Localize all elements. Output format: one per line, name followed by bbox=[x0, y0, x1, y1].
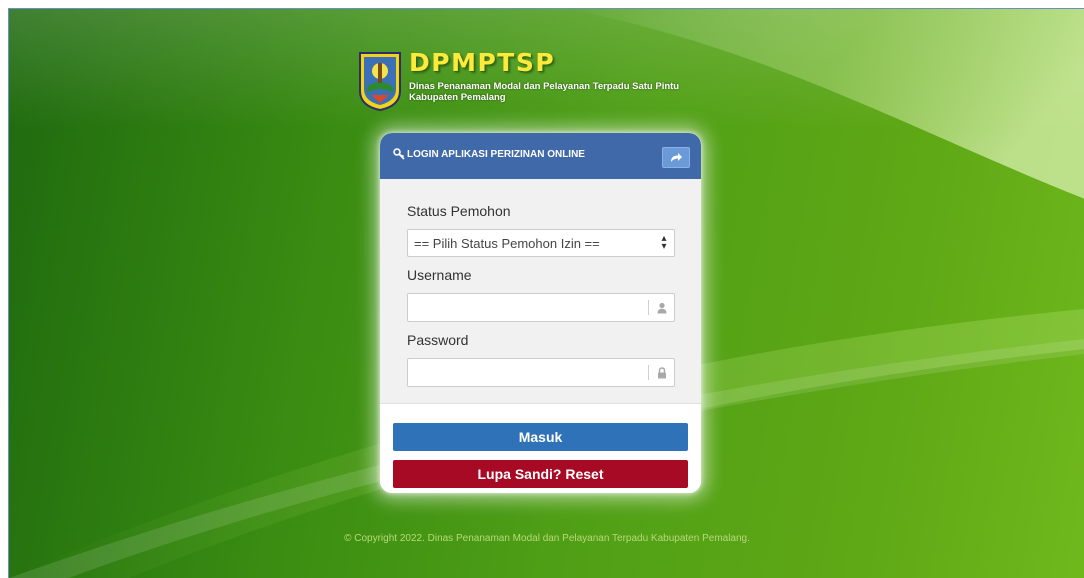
password-input[interactable] bbox=[408, 359, 648, 386]
reset-password-button[interactable]: Lupa Sandi? Reset bbox=[393, 460, 688, 488]
status-pemohon-select[interactable]: == Pilih Status Pemohon Izin == ▴ ▾ bbox=[407, 229, 675, 257]
input-divider bbox=[648, 365, 649, 380]
page-background: DPMPTSP Dinas Penanaman Modal dan Pelaya… bbox=[8, 8, 1084, 578]
select-updown-icon: ▴ ▾ bbox=[661, 233, 667, 252]
share-arrow-icon bbox=[670, 153, 682, 162]
status-pemohon-label: Status Pemohon bbox=[407, 203, 511, 219]
login-panel-header: LOGIN APLIKASI PERIZINAN ONLINE bbox=[380, 133, 701, 179]
brand-header: DPMPTSP Dinas Penanaman Modal dan Pelaya… bbox=[357, 47, 777, 117]
password-field-wrapper bbox=[407, 358, 675, 387]
login-panel: LOGIN APLIKASI PERIZINAN ONLINE Status P… bbox=[380, 133, 701, 493]
status-pemohon-selected-value: == Pilih Status Pemohon Izin == bbox=[414, 235, 600, 251]
brand-title: DPMPTSP bbox=[409, 48, 556, 77]
username-field-wrapper bbox=[407, 293, 675, 322]
login-form: Status Pemohon == Pilih Status Pemohon I… bbox=[380, 179, 701, 404]
copyright-text: © Copyright 2022. Dinas Penanaman Modal … bbox=[344, 533, 750, 544]
username-label: Username bbox=[407, 267, 472, 283]
input-divider bbox=[648, 300, 649, 315]
brand-subtitle-line2: Kabupaten Pemalang bbox=[409, 92, 506, 103]
pemalang-emblem-logo bbox=[359, 52, 401, 111]
share-button[interactable] bbox=[662, 147, 690, 168]
login-panel-footer: Masuk Lupa Sandi? Reset bbox=[380, 404, 701, 493]
lock-icon bbox=[658, 367, 666, 379]
login-button[interactable]: Masuk bbox=[393, 423, 688, 451]
key-icon bbox=[393, 148, 405, 160]
user-icon bbox=[657, 302, 667, 314]
brand-subtitle-line1: Dinas Penanaman Modal dan Pelayanan Terp… bbox=[409, 81, 680, 92]
password-label: Password bbox=[407, 332, 469, 348]
username-input[interactable] bbox=[408, 294, 648, 321]
login-panel-title: LOGIN APLIKASI PERIZINAN ONLINE bbox=[407, 149, 585, 160]
